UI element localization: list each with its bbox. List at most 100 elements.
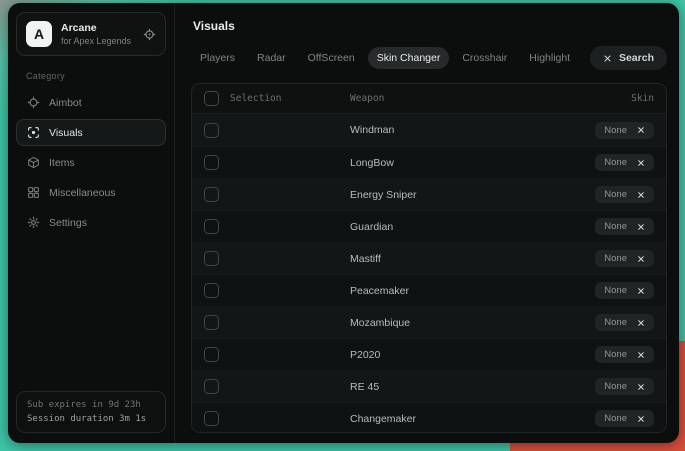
table-header-row: Selection Weapon Skin xyxy=(192,84,666,114)
row-checkbox[interactable] xyxy=(204,187,219,202)
column-header-skin: Skin xyxy=(558,93,654,104)
row-checkbox[interactable] xyxy=(204,315,219,330)
weapon-name: LongBow xyxy=(350,157,550,169)
sidebar-item-miscellaneous[interactable]: Miscellaneous xyxy=(16,179,166,206)
weapon-name: Mastiff xyxy=(350,253,550,265)
skin-value: None xyxy=(604,221,627,232)
crosshair-icon xyxy=(27,96,40,109)
skin-value: None xyxy=(604,285,627,296)
sidebar-item-settings[interactable]: Settings xyxy=(16,209,166,236)
tab-bar: PlayersRadarOffScreenSkin ChangerCrossha… xyxy=(191,46,667,70)
skin-value: None xyxy=(604,157,627,168)
sidebar-item-label: Visuals xyxy=(49,127,83,139)
box-icon xyxy=(27,156,40,169)
sidebar-nav: Aimbot Visuals Items Miscellaneous Setti… xyxy=(16,89,166,236)
table-row: Mastiff None xyxy=(192,242,666,274)
skin-select-badge[interactable]: None xyxy=(595,346,654,363)
app-header-text: Arcane for Apex Legends xyxy=(61,22,131,46)
clear-skin-icon[interactable] xyxy=(637,383,645,391)
row-checkbox[interactable] xyxy=(204,283,219,298)
row-checkbox[interactable] xyxy=(204,123,219,138)
clear-skin-icon[interactable] xyxy=(637,191,645,199)
weapon-name: Guardian xyxy=(350,221,550,233)
skin-changer-table: Selection Weapon Skin Windman None LongB… xyxy=(191,83,667,433)
skin-select-badge[interactable]: None xyxy=(595,378,654,395)
column-header-weapon: Weapon xyxy=(350,93,550,104)
sidebar-item-items[interactable]: Items xyxy=(16,149,166,176)
weapon-name: Energy Sniper xyxy=(350,189,550,201)
table-row: Changemaker None xyxy=(192,402,666,433)
skin-select-badge[interactable]: None xyxy=(595,122,654,139)
scan-eye-icon xyxy=(27,126,40,139)
sidebar-item-aimbot[interactable]: Aimbot xyxy=(16,89,166,116)
skin-select-badge[interactable]: None xyxy=(595,282,654,299)
table-row: RE 45 None xyxy=(192,370,666,402)
search-close-icon xyxy=(603,54,612,63)
grid-icon xyxy=(27,186,40,199)
clear-skin-icon[interactable] xyxy=(637,319,645,327)
tabs: PlayersRadarOffScreenSkin ChangerCrossha… xyxy=(191,47,579,69)
app-window: A Arcane for Apex Legends Category Aimbo… xyxy=(8,3,679,443)
row-checkbox[interactable] xyxy=(204,411,219,426)
sidebar-item-label: Items xyxy=(49,157,75,169)
category-label: Category xyxy=(26,71,166,81)
sidebar-item-label: Aimbot xyxy=(49,97,82,109)
column-header-selection: Selection xyxy=(230,93,342,104)
select-all-checkbox[interactable] xyxy=(204,91,219,106)
clear-skin-icon[interactable] xyxy=(637,223,645,231)
table-row: Windman None xyxy=(192,114,666,146)
table-row: Mozambique None xyxy=(192,306,666,338)
weapon-name: Windman xyxy=(350,124,550,136)
target-icon[interactable] xyxy=(143,28,156,41)
table-row: LongBow None xyxy=(192,146,666,178)
clear-skin-icon[interactable] xyxy=(637,126,645,134)
app-logo: A xyxy=(26,21,52,47)
row-checkbox[interactable] xyxy=(204,379,219,394)
table-body: Windman None LongBow None xyxy=(192,114,666,433)
weapon-name: P2020 xyxy=(350,349,550,361)
sub-expiry-text: Sub expires in 9d 23h xyxy=(27,400,155,410)
skin-select-badge[interactable]: None xyxy=(595,154,654,171)
app-subtitle: for Apex Legends xyxy=(61,36,131,46)
session-duration-text: Session duration 3m 1s xyxy=(27,414,155,424)
clear-skin-icon[interactable] xyxy=(637,255,645,263)
skin-value: None xyxy=(604,253,627,264)
skin-select-badge[interactable]: None xyxy=(595,186,654,203)
tab-radar[interactable]: Radar xyxy=(248,47,295,69)
app-header-card: A Arcane for Apex Legends xyxy=(16,12,166,56)
sidebar-item-visuals[interactable]: Visuals xyxy=(16,119,166,146)
skin-value: None xyxy=(604,125,627,136)
clear-skin-icon[interactable] xyxy=(637,415,645,423)
search-button[interactable]: Search xyxy=(590,46,667,70)
skin-value: None xyxy=(604,349,627,360)
row-checkbox[interactable] xyxy=(204,219,219,234)
tab-crosshair[interactable]: Crosshair xyxy=(453,47,516,69)
tab-offscreen[interactable]: OffScreen xyxy=(299,47,364,69)
tab-players[interactable]: Players xyxy=(191,47,244,69)
sidebar-item-label: Miscellaneous xyxy=(49,187,116,199)
row-checkbox[interactable] xyxy=(204,155,219,170)
skin-value: None xyxy=(604,413,627,424)
table-row: Energy Sniper None xyxy=(192,178,666,210)
search-button-label: Search xyxy=(619,52,654,64)
tab-skin-changer[interactable]: Skin Changer xyxy=(368,47,450,69)
skin-value: None xyxy=(604,317,627,328)
weapon-name: Peacemaker xyxy=(350,285,550,297)
skin-select-badge[interactable]: None xyxy=(595,250,654,267)
tab-highlight[interactable]: Highlight xyxy=(520,47,579,69)
app-title: Arcane xyxy=(61,22,131,34)
row-checkbox[interactable] xyxy=(204,251,219,266)
skin-select-badge[interactable]: None xyxy=(595,314,654,331)
page-title: Visuals xyxy=(193,19,667,33)
main-panel: Visuals PlayersRadarOffScreenSkin Change… xyxy=(175,3,679,443)
clear-skin-icon[interactable] xyxy=(637,159,645,167)
clear-skin-icon[interactable] xyxy=(637,351,645,359)
row-checkbox[interactable] xyxy=(204,347,219,362)
skin-select-badge[interactable]: None xyxy=(595,218,654,235)
skin-select-badge[interactable]: None xyxy=(595,410,654,427)
skin-value: None xyxy=(604,189,627,200)
skin-value: None xyxy=(604,381,627,392)
table-row: Peacemaker None xyxy=(192,274,666,306)
clear-skin-icon[interactable] xyxy=(637,287,645,295)
table-row: Guardian None xyxy=(192,210,666,242)
